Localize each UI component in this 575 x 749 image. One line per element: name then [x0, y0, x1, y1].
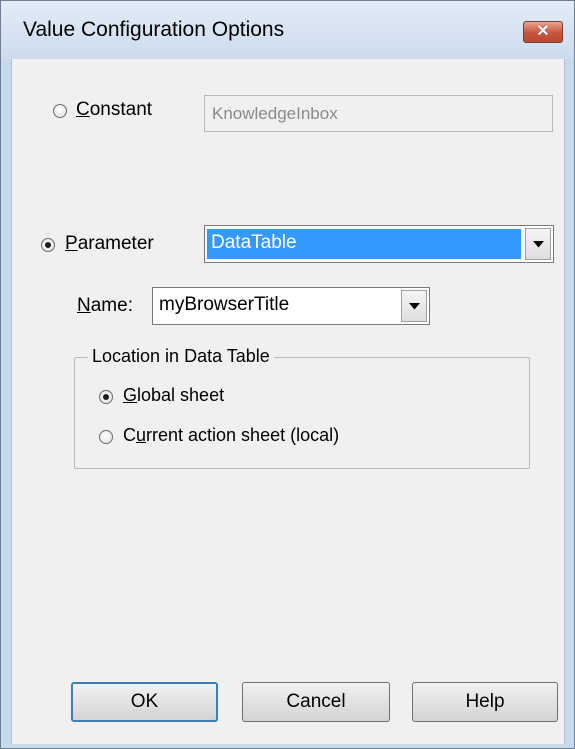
parameter-label[interactable]: Parameter — [65, 233, 154, 255]
constant-mnemonic: C — [76, 99, 90, 120]
name-dropdown[interactable]: myBrowserTitle — [152, 287, 430, 325]
location-group-caption: Location in Data Table — [88, 346, 274, 367]
title-bar[interactable]: Value Configuration Options ✕ — [1, 1, 574, 59]
ok-button[interactable]: OK — [71, 682, 218, 722]
current-action-sheet-label-rest: rrent action sheet (local) — [146, 425, 340, 445]
constant-value-text: KnowledgeInbox — [212, 104, 338, 123]
constant-label-rest: onstant — [89, 99, 153, 120]
dropdown-button[interactable] — [401, 290, 427, 322]
global-sheet-label-rest: lobal sheet — [137, 385, 225, 405]
current-action-sheet-label[interactable]: Current action sheet (local) — [123, 425, 339, 446]
dialog-window: Value Configuration Options ✕ Constant K… — [0, 0, 575, 749]
constant-label[interactable]: Constant — [76, 99, 152, 121]
current-action-sheet-mnemonic: u — [136, 425, 147, 445]
cancel-button[interactable]: Cancel — [242, 682, 390, 722]
parameter-mnemonic: P — [65, 233, 78, 254]
location-groupbox — [74, 357, 530, 469]
parameter-type-dropdown[interactable]: DataTable — [204, 225, 554, 263]
parameter-label-rest: arameter — [77, 233, 154, 254]
help-button[interactable]: Help — [412, 682, 558, 722]
name-value: myBrowserTitle — [159, 294, 290, 315]
close-button[interactable]: ✕ — [523, 21, 563, 43]
close-icon: ✕ — [536, 23, 550, 40]
name-label-rest: ame: — [90, 295, 133, 316]
parameter-radio[interactable] — [41, 238, 55, 252]
global-sheet-mnemonic: G — [123, 385, 138, 405]
current-action-sheet-pre: C — [123, 425, 136, 445]
name-label: Name: — [77, 295, 133, 317]
global-sheet-radio[interactable] — [99, 390, 113, 404]
radio-selected-dot — [45, 242, 51, 248]
constant-value-field: KnowledgeInbox — [204, 95, 553, 132]
global-sheet-label[interactable]: Global sheet — [123, 385, 224, 406]
constant-radio[interactable] — [53, 104, 67, 118]
dropdown-button[interactable] — [525, 228, 551, 260]
current-action-sheet-radio[interactable] — [99, 430, 113, 444]
radio-selected-dot — [103, 394, 109, 400]
dialog-body: Constant KnowledgeInbox Parameter DataTa… — [11, 59, 565, 744]
window-title: Value Configuration Options — [23, 18, 285, 41]
chevron-down-icon — [408, 302, 420, 309]
name-mnemonic: N — [77, 295, 91, 316]
chevron-down-icon — [532, 240, 544, 247]
parameter-type-value: DataTable — [207, 229, 521, 259]
